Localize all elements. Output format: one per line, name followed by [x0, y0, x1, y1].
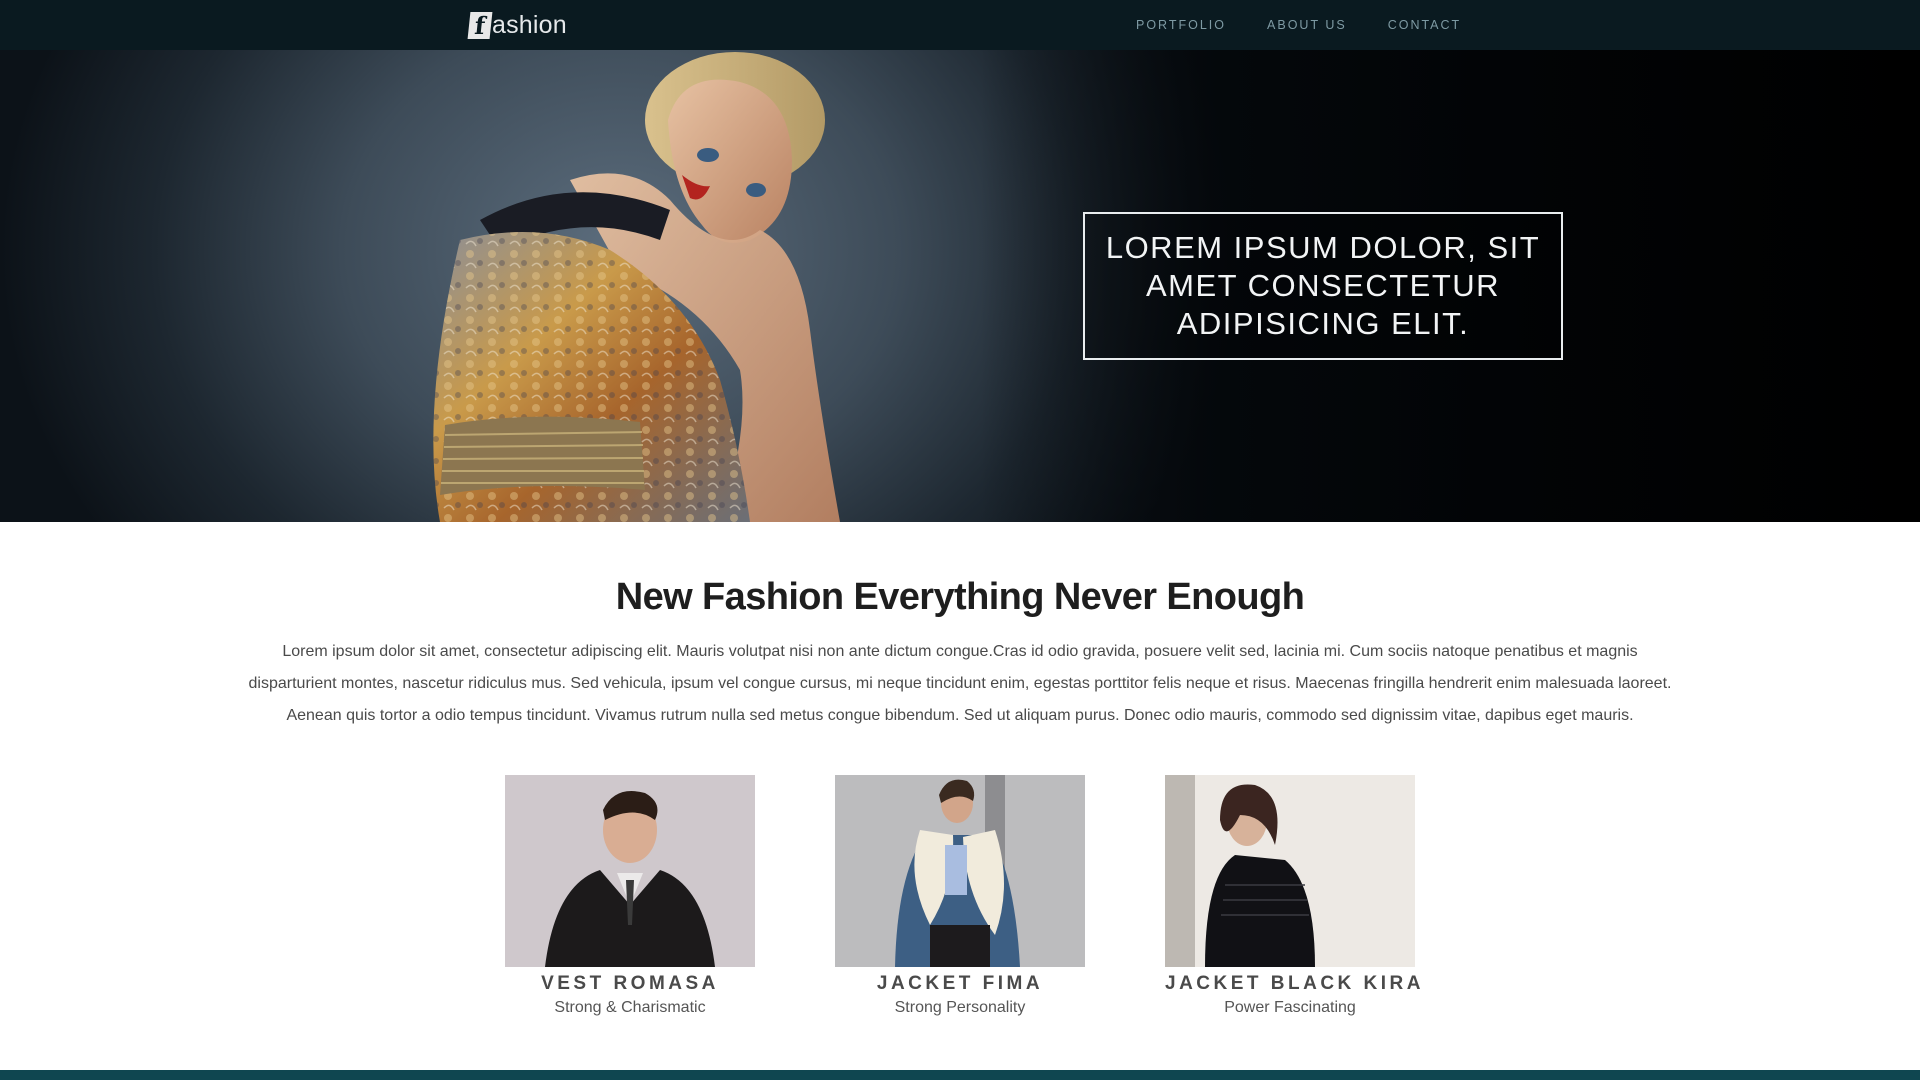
hero-caption: LOREM IPSUM DOLOR, SIT AMET CONSECTETUR … [1105, 230, 1541, 341]
footer-bar [0, 1070, 1920, 1080]
product-subtitle: Strong Personality [894, 999, 1026, 1016]
section-title: New Fashion Everything Never Enough [615, 576, 1305, 618]
product-card[interactable]: JACKET BLACK KIRA Power Fascinating [1165, 775, 1421, 1017]
product-card[interactable]: VEST ROMASA Strong & Charismatic [505, 775, 755, 1017]
nav-menu: PORTFOLIO ABOUT US CONTACT [1136, 0, 1502, 50]
nav-link-portfolio[interactable]: PORTFOLIO [1136, 0, 1226, 50]
hero-caption-box: LOREM IPSUM DOLOR, SIT AMET CONSECTETUR … [1083, 212, 1563, 360]
brand-logo-mark: f [467, 11, 493, 40]
brand-logo[interactable]: f ashion [467, 9, 567, 41]
product-title[interactable]: JACKET FIMA [835, 973, 1085, 995]
product-subtitle: Power Fascinating [1224, 999, 1356, 1016]
product-photo-vest-romasa [505, 775, 755, 967]
product-photo-jacket-black-kira [1165, 775, 1415, 967]
brand-logo-text: ashion [492, 10, 567, 39]
nav-link-about-us[interactable]: ABOUT US [1267, 0, 1347, 50]
product-title[interactable]: VEST ROMASA [505, 973, 755, 995]
product-title[interactable]: JACKET BLACK KIRA [1165, 973, 1421, 995]
top-navbar: f ashion PORTFOLIO ABOUT US CONTACT [0, 0, 1920, 50]
product-card[interactable]: JACKET FIMA Strong Personality [835, 775, 1085, 1017]
hero-banner: LOREM IPSUM DOLOR, SIT AMET CONSECTETUR … [0, 50, 1920, 522]
product-subtitle: Strong & Charismatic [554, 999, 706, 1016]
product-photo-jacket-fima [835, 775, 1085, 967]
intro-paragraph: Lorem ipsum dolor sit amet, consectetur … [248, 643, 1672, 724]
nav-link-contact[interactable]: CONTACT [1388, 0, 1462, 50]
hero-model-photo [433, 52, 840, 522]
product-grid: VEST ROMASA Strong & Charismatic JACKET … [0, 775, 1920, 1025]
